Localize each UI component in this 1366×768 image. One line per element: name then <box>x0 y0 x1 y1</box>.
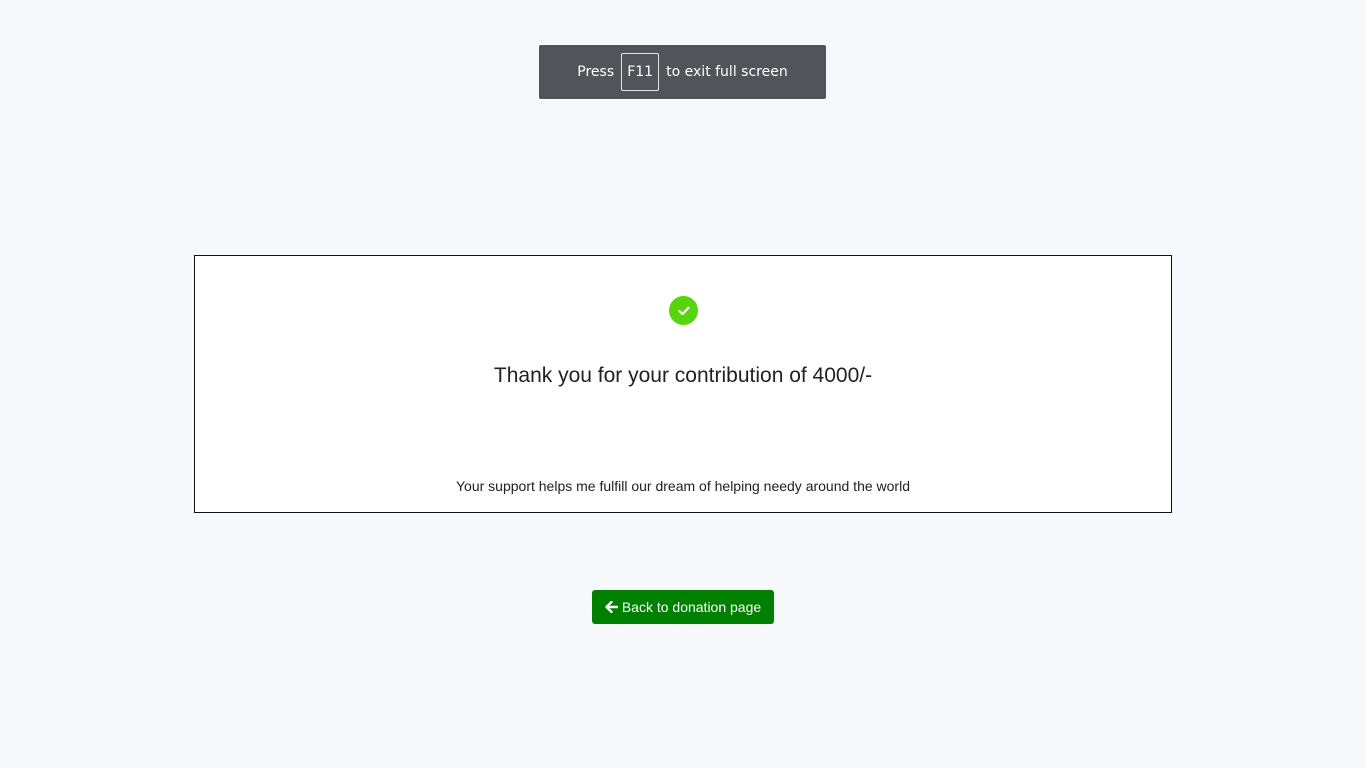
arrow-left-icon <box>605 601 618 613</box>
support-message: Your support helps me fulfill our dream … <box>456 478 910 494</box>
confirmation-card: Thank you for your contribution of 4000/… <box>194 255 1172 513</box>
fullscreen-notice-prefix: Press <box>577 64 615 80</box>
check-circle-icon <box>669 296 698 325</box>
back-button-label: Back to donation page <box>621 599 762 615</box>
f11-key: F11 <box>621 53 660 91</box>
thank-you-heading: Thank you for your contribution of 4000/… <box>493 364 873 387</box>
fullscreen-notice: Press F11 to exit full screen <box>539 45 826 99</box>
page: Press F11 to exit full screen Thank you … <box>0 0 1366 768</box>
fullscreen-notice-suffix: to exit full screen <box>666 64 788 80</box>
checkmark-icon <box>677 306 690 315</box>
back-to-donation-button[interactable]: Back to donation page <box>592 590 774 624</box>
